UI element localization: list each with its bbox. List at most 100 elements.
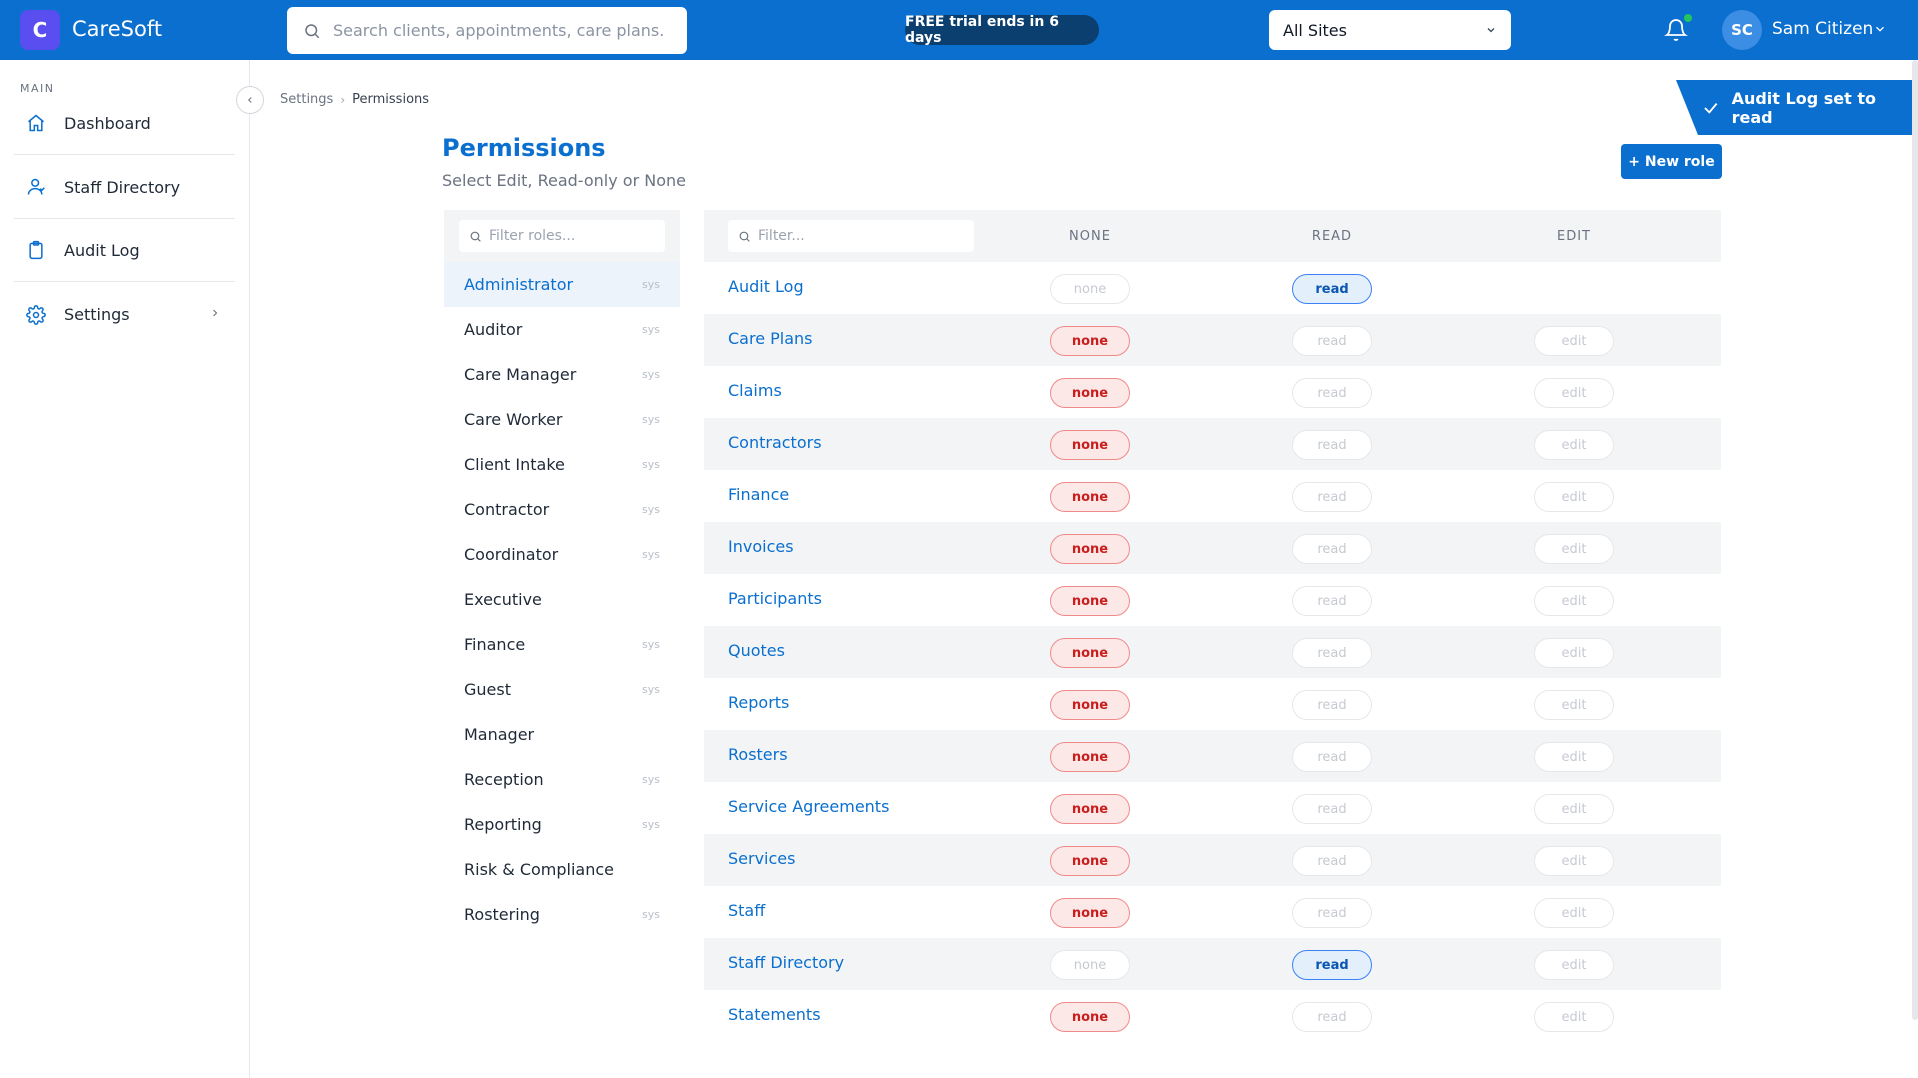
permission-rows: Audit Log none read Care Plans none read edit C…	[704, 262, 1721, 1042]
role-item[interactable]: Finance sys	[444, 622, 680, 667]
read-permission-button[interactable]: read	[1292, 482, 1372, 512]
column-header-none: NONE	[1069, 229, 1111, 244]
edit-permission-button[interactable]: edit	[1534, 794, 1614, 824]
module-name[interactable]: Staff	[728, 901, 765, 920]
module-name[interactable]: Service Agreements	[728, 797, 889, 816]
module-name[interactable]: Finance	[728, 485, 789, 504]
edit-permission-button[interactable]: edit	[1534, 898, 1614, 928]
none-permission-button[interactable]: none	[1050, 846, 1130, 876]
none-permission-button[interactable]: none	[1050, 534, 1130, 564]
edit-permission-button[interactable]: edit	[1534, 690, 1614, 720]
sidebar-item-dashboard[interactable]: Dashboard	[14, 92, 235, 155]
read-permission-button[interactable]: read	[1292, 378, 1372, 408]
module-name[interactable]: Services	[728, 849, 795, 868]
module-name[interactable]: Statements	[728, 1005, 821, 1024]
none-permission-button[interactable]: none	[1050, 378, 1130, 408]
edit-permission-button[interactable]: edit	[1534, 586, 1614, 616]
role-item[interactable]: Rostering sys	[444, 892, 680, 937]
role-item[interactable]: Administrator sys	[444, 262, 680, 307]
app-logo[interactable]: C	[20, 10, 60, 50]
module-name[interactable]: Audit Log	[728, 277, 804, 296]
global-search[interactable]	[287, 7, 687, 54]
edit-permission-button[interactable]: edit	[1534, 482, 1614, 512]
role-item[interactable]: Risk & Compliance	[444, 847, 680, 892]
trial-badge[interactable]: FREE trial ends in 6 days	[905, 14, 1099, 46]
modules-filter-input[interactable]	[758, 228, 923, 244]
read-permission-button[interactable]: read	[1292, 846, 1372, 876]
read-permission-button[interactable]: read	[1292, 690, 1372, 720]
read-permission-button[interactable]: read	[1292, 950, 1372, 980]
permission-row: Audit Log none read	[704, 262, 1721, 314]
sidebar-item-audit-log[interactable]: Audit Log	[14, 219, 235, 282]
role-item[interactable]: Care Manager sys	[444, 352, 680, 397]
read-permission-button[interactable]: read	[1292, 638, 1372, 668]
search-input[interactable]	[333, 21, 663, 40]
none-permission-button[interactable]: none	[1050, 326, 1130, 356]
edit-permission-button[interactable]: edit	[1534, 534, 1614, 564]
module-name[interactable]: Reports	[728, 693, 789, 712]
edit-permission-button[interactable]: edit	[1534, 742, 1614, 772]
read-permission-button[interactable]: read	[1292, 326, 1372, 356]
edit-permission-button[interactable]: edit	[1534, 950, 1614, 980]
role-item[interactable]: Reporting sys	[444, 802, 680, 847]
edit-permission-button[interactable]: edit	[1534, 430, 1614, 460]
module-name[interactable]: Claims	[728, 381, 782, 400]
sidebar-collapse-button[interactable]	[236, 86, 264, 114]
role-item[interactable]: Executive	[444, 577, 680, 622]
page-scrollbar[interactable]	[1912, 60, 1918, 1020]
none-permission-button[interactable]: none	[1050, 794, 1130, 824]
none-permission-button[interactable]: none	[1050, 690, 1130, 720]
module-name[interactable]: Invoices	[728, 537, 794, 556]
module-name[interactable]: Care Plans	[728, 329, 813, 348]
read-permission-button[interactable]: read	[1292, 794, 1372, 824]
read-permission-button[interactable]: read	[1292, 274, 1372, 304]
module-name[interactable]: Contractors	[728, 433, 822, 452]
none-permission-button[interactable]: none	[1050, 586, 1130, 616]
none-permission-button[interactable]: none	[1050, 742, 1130, 772]
site-selector[interactable]: All Sites	[1269, 10, 1511, 50]
sidebar-item-settings[interactable]: Settings	[14, 283, 235, 346]
none-permission-button[interactable]: none	[1050, 274, 1130, 304]
roles-filter[interactable]	[459, 220, 665, 252]
none-permission-button[interactable]: none	[1050, 430, 1130, 460]
roles-filter-input[interactable]	[489, 228, 654, 244]
read-permission-button[interactable]: read	[1292, 586, 1372, 616]
role-name: Care Worker	[464, 410, 563, 429]
role-item[interactable]: Auditor sys	[444, 307, 680, 352]
none-permission-button[interactable]: none	[1050, 482, 1130, 512]
chevron-down-icon[interactable]	[1873, 22, 1887, 36]
edit-permission-button[interactable]: edit	[1534, 1002, 1614, 1032]
role-item[interactable]: Care Worker sys	[444, 397, 680, 442]
role-item[interactable]: Manager	[444, 712, 680, 757]
module-name[interactable]: Participants	[728, 589, 822, 608]
read-permission-button[interactable]: read	[1292, 430, 1372, 460]
read-permission-button[interactable]: read	[1292, 742, 1372, 772]
none-permission-button[interactable]: none	[1050, 1002, 1130, 1032]
module-name[interactable]: Quotes	[728, 641, 785, 660]
role-item[interactable]: Coordinator sys	[444, 532, 680, 577]
role-item[interactable]: Contractor sys	[444, 487, 680, 532]
read-permission-button[interactable]: read	[1292, 534, 1372, 564]
breadcrumb-settings-link[interactable]: Settings	[280, 92, 333, 107]
none-permission-button[interactable]: none	[1050, 638, 1130, 668]
user-name[interactable]: Sam Citizen	[1772, 19, 1873, 39]
module-name[interactable]: Rosters	[728, 745, 788, 764]
read-permission-button[interactable]: read	[1292, 898, 1372, 928]
role-item[interactable]: Client Intake sys	[444, 442, 680, 487]
sidebar-item-staff-directory[interactable]: Staff Directory	[14, 156, 235, 219]
modules-filter[interactable]	[728, 220, 974, 252]
role-item[interactable]: Reception sys	[444, 757, 680, 802]
edit-permission-button[interactable]: edit	[1534, 326, 1614, 356]
none-permission-button[interactable]: none	[1050, 898, 1130, 928]
role-system-tag: sys	[642, 368, 660, 381]
edit-permission-button[interactable]: edit	[1534, 846, 1614, 876]
role-item[interactable]: Guest sys	[444, 667, 680, 712]
toast-notification[interactable]: Audit Log set to read	[1676, 80, 1918, 135]
avatar[interactable]: SC	[1722, 10, 1762, 50]
edit-permission-button[interactable]: edit	[1534, 378, 1614, 408]
new-role-button[interactable]: + New role	[1621, 144, 1722, 179]
read-permission-button[interactable]: read	[1292, 1002, 1372, 1032]
none-permission-button[interactable]: none	[1050, 950, 1130, 980]
module-name[interactable]: Staff Directory	[728, 953, 844, 972]
edit-permission-button[interactable]: edit	[1534, 638, 1614, 668]
